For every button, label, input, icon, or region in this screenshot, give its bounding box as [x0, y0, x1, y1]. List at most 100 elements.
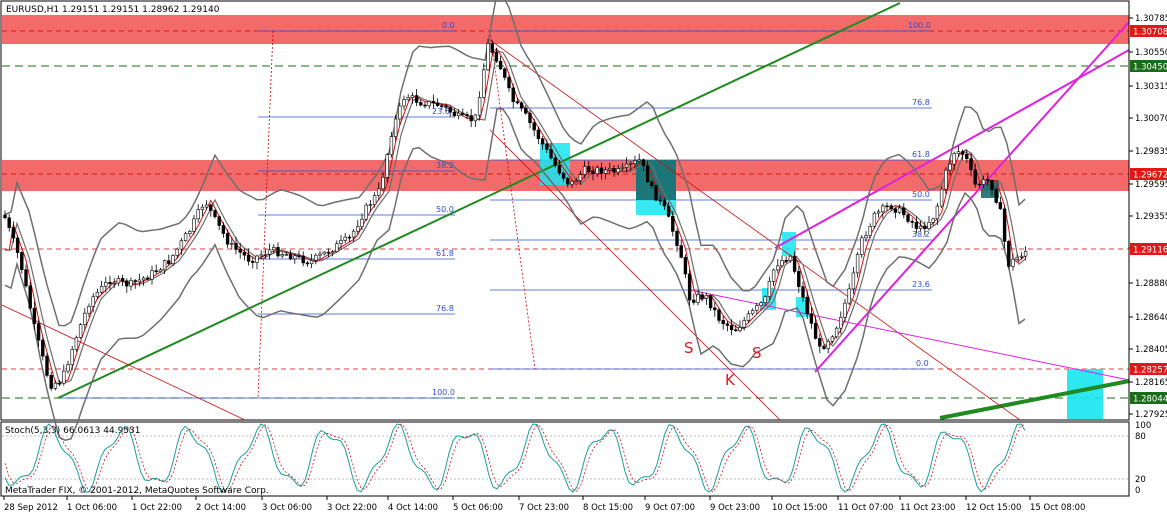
- candle-body: [431, 101, 436, 104]
- candle-body: [410, 95, 415, 98]
- candle-body: [956, 151, 961, 154]
- candle-body: [994, 189, 998, 203]
- candle-body: [561, 172, 566, 179]
- price-tag-label: 1.30450: [1133, 63, 1167, 73]
- candle-body: [414, 95, 419, 103]
- candle-body: [125, 280, 129, 287]
- candle-body: [717, 309, 721, 321]
- candle-body: [935, 205, 940, 220]
- candle-body: [175, 248, 179, 256]
- candle-body: [969, 158, 973, 171]
- price-tick-label: 1.30070: [1135, 114, 1167, 124]
- candle-body: [536, 129, 541, 140]
- candle-body: [276, 247, 280, 257]
- candle-body: [112, 282, 116, 285]
- candle-body: [66, 364, 70, 372]
- price-tick-label: 1.28640: [1135, 313, 1167, 323]
- candle-body: [267, 249, 272, 255]
- candle-body: [759, 302, 763, 306]
- candle-body: [255, 255, 259, 263]
- candle-body: [725, 323, 730, 326]
- candle-body: [45, 355, 49, 376]
- candle-body: [221, 225, 226, 234]
- candle-body: [771, 269, 776, 282]
- candle-body: [704, 295, 709, 299]
- candle-body: [204, 204, 209, 208]
- candle-body: [78, 324, 83, 338]
- candle-body: [440, 105, 444, 107]
- candle-body: [532, 122, 536, 131]
- candle-body: [788, 255, 793, 262]
- candle-body: [242, 252, 247, 256]
- candle-body: [335, 243, 339, 252]
- candle-body: [179, 240, 184, 250]
- candle-body: [952, 153, 956, 165]
- candle-body: [70, 349, 74, 365]
- candle-body: [742, 320, 746, 328]
- svg-text:38.2: 38.2: [912, 230, 930, 239]
- candle-body: [729, 325, 734, 331]
- candle-body: [847, 288, 851, 304]
- price-tick-label: 1.30315: [1135, 82, 1167, 92]
- candle-body: [1007, 241, 1011, 267]
- candle-body: [486, 43, 490, 71]
- candle-body: [692, 299, 696, 303]
- candle-body: [553, 157, 557, 166]
- main-chart-title: EURUSD,H1 1.29151 1.29151 1.28962 1.2914…: [6, 5, 220, 15]
- candle-body: [347, 236, 352, 239]
- candle-body: [162, 260, 167, 271]
- candle-body: [608, 168, 612, 171]
- candle-body: [259, 254, 263, 257]
- price-tick-label: 1.28405: [1135, 345, 1167, 355]
- candle-body: [238, 249, 242, 253]
- stoch-tick-label: 20: [1135, 475, 1146, 485]
- candle-body: [498, 60, 503, 70]
- candle-body: [36, 323, 41, 341]
- candle-body: [902, 207, 906, 216]
- time-tick-label: 9 Oct 23:00: [710, 503, 760, 513]
- candle-body: [507, 77, 511, 89]
- candle-body: [708, 295, 713, 309]
- candle-body: [574, 180, 578, 182]
- candle-body: [301, 255, 305, 264]
- candle-body: [251, 260, 255, 263]
- candle-body: [461, 112, 465, 115]
- time-tick-label: 1 Oct 22:00: [132, 503, 182, 513]
- candle-body: [339, 240, 343, 245]
- candle-body: [805, 296, 809, 314]
- chart-canvas[interactable]: 0.0 23.6 38.2 50.0 61.8 76.8 100.0 100.0…: [0, 0, 1167, 513]
- candle-body: [62, 370, 66, 384]
- candle-body: [923, 225, 927, 229]
- candle-body: [419, 102, 423, 106]
- svg-text:50.0: 50.0: [912, 190, 930, 199]
- candle-body: [1002, 208, 1007, 242]
- candle-body: [167, 260, 171, 264]
- time-tick-label: 4 Oct 14:00: [388, 503, 438, 513]
- candle-body: [881, 205, 885, 213]
- candle-body: [368, 204, 373, 206]
- candle-body: [906, 214, 910, 222]
- stoch-tick-label: 80: [1135, 432, 1146, 442]
- candle-body: [763, 296, 767, 304]
- candle-body: [864, 235, 868, 239]
- candle-body: [389, 136, 394, 155]
- copyright-text: MetaTrader FIX, © 2001-2012, MetaQuotes …: [5, 486, 269, 496]
- candle-body: [616, 168, 620, 173]
- time-tick-label: 28 Sep 2012: [4, 503, 58, 513]
- candle-body: [528, 112, 532, 123]
- candle-body: [465, 114, 469, 116]
- candle-body: [519, 102, 524, 109]
- candle-body: [200, 206, 205, 210]
- price-tick-label: 1.28880: [1135, 279, 1167, 289]
- svg-text:0.0: 0.0: [916, 359, 929, 368]
- candle-body: [885, 205, 889, 208]
- candle-body: [427, 101, 431, 107]
- candle-body: [377, 188, 381, 196]
- candle-body: [918, 225, 923, 229]
- candle-body: [658, 199, 662, 202]
- candle-body: [948, 163, 952, 171]
- candle-body: [687, 273, 692, 301]
- candle-body: [595, 167, 599, 175]
- candle-body: [797, 271, 801, 287]
- svg-text:100.0: 100.0: [432, 388, 455, 397]
